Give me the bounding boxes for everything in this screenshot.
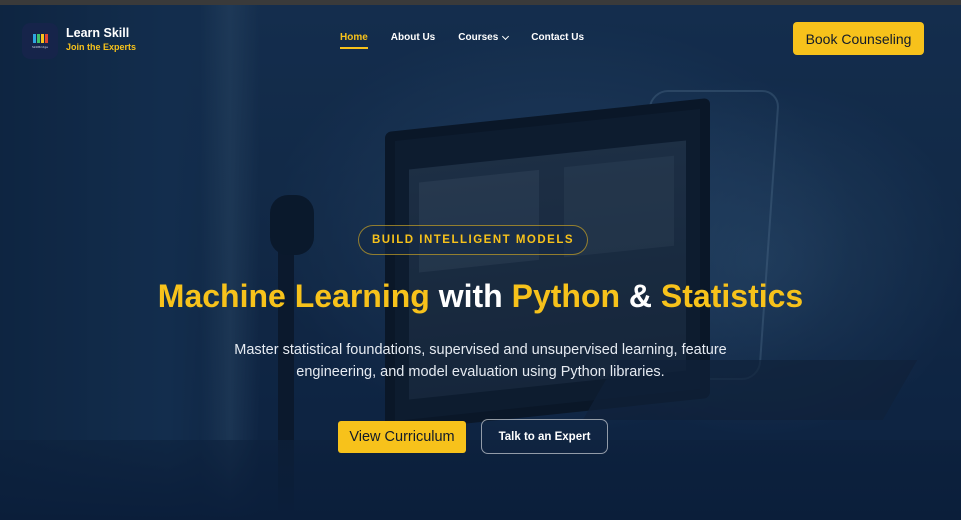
headline-part: & [620, 278, 661, 314]
brand-name[interactable]: Learn Skill [66, 26, 129, 40]
logo-text: SkillBridge [32, 44, 48, 49]
nav-item-label: Contact Us [531, 32, 585, 43]
nav-item-label: About Us [390, 32, 436, 43]
headline-part: Statistics [660, 278, 804, 314]
nav-item-label: Courses [458, 32, 499, 43]
brand-logo[interactable]: SkillBridge [22, 23, 58, 59]
nav-item-courses[interactable]: Courses [458, 32, 510, 43]
nav-item-about-us[interactable]: About Us [391, 32, 435, 43]
talk-to-expert-button[interactable]: Talk to an Expert [481, 419, 608, 454]
hero-headline: Machine Learning with Python & Statistic… [0, 278, 961, 315]
headline-part: Machine Learning [157, 278, 430, 314]
nav-item-contact-us[interactable]: Contact Us [531, 32, 584, 43]
headline-part: with [429, 278, 512, 314]
hero-subtext: Master statistical foundations, supervis… [234, 342, 727, 380]
chevron-down-icon [502, 32, 510, 40]
site-header: SkillBridge Learn Skill Join the Experts… [0, 5, 961, 65]
brand-tagline: Join the Experts [66, 42, 137, 52]
main-nav: Home About Us Courses Contact Us [340, 32, 584, 49]
logo-icon [32, 33, 48, 43]
view-curriculum-button[interactable]: View Curriculum [338, 421, 466, 453]
headline-part: Python [511, 278, 621, 314]
hero-badge: BUILD INTELLIGENT MODELS [358, 225, 588, 255]
book-counseling-button[interactable]: Book Counseling [793, 22, 924, 55]
nav-item-label: Home [340, 32, 368, 43]
nav-item-home[interactable]: Home [340, 32, 368, 49]
